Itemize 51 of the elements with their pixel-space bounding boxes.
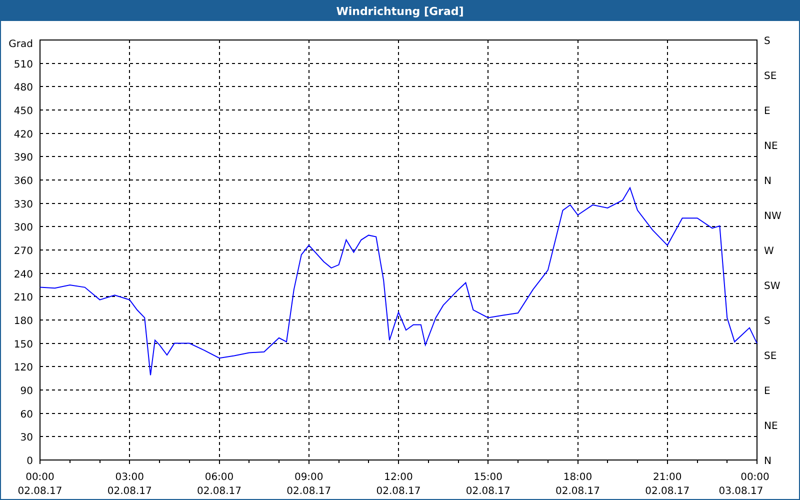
x-tick-date: 02.08.17 bbox=[196, 486, 242, 497]
y-tick-label: 270 bbox=[14, 246, 33, 257]
x-tick-label: 21:00 bbox=[652, 472, 682, 483]
direction-tick-label: SE bbox=[764, 351, 777, 362]
x-tick-label: 12:00 bbox=[384, 472, 413, 483]
y-tick-label: 180 bbox=[14, 316, 33, 327]
direction-tick-label: N bbox=[764, 456, 772, 467]
x-tick-date: 02.08.17 bbox=[555, 486, 600, 497]
y-tick-label: 210 bbox=[14, 292, 33, 304]
y-tick-label: 90 bbox=[20, 386, 33, 397]
y-axis-label: Grad bbox=[8, 39, 33, 50]
direction-tick-label: NE bbox=[764, 141, 778, 152]
direction-tick-label: E bbox=[764, 106, 770, 117]
x-tick-date: 02.08.17 bbox=[18, 486, 62, 497]
y-tick-label: 300 bbox=[14, 222, 33, 234]
x-tick-label: 09:00 bbox=[294, 472, 324, 483]
x-tick-label: 06:00 bbox=[204, 472, 234, 483]
y-tick-label: 0 bbox=[26, 456, 33, 467]
direction-tick-label: S bbox=[764, 36, 770, 47]
x-tick-label: 00:00 bbox=[740, 472, 770, 483]
direction-tick-label: NE bbox=[764, 421, 778, 432]
y-tick-label: 240 bbox=[14, 269, 33, 280]
y-tick-label: 30 bbox=[20, 432, 33, 444]
direction-tick-label: E bbox=[764, 386, 770, 397]
window-title: Windrichtung [Grad] bbox=[1, 1, 799, 21]
x-tick-date: 02.08.17 bbox=[466, 486, 510, 497]
y-tick-label: 390 bbox=[14, 152, 33, 164]
x-tick-label: 03:00 bbox=[115, 472, 144, 483]
y-tick-label: 150 bbox=[14, 339, 33, 350]
x-tick-date: 02.08.17 bbox=[645, 486, 690, 497]
x-tick-label: 18:00 bbox=[563, 472, 592, 483]
direction-tick-label: NW bbox=[764, 211, 782, 222]
x-tick-date: 03.08.17 bbox=[718, 486, 764, 497]
y-tick-label: 360 bbox=[14, 176, 33, 187]
direction-tick-label: S bbox=[764, 316, 770, 327]
direction-tick-label: SE bbox=[764, 71, 777, 82]
y-tick-label: 420 bbox=[14, 129, 33, 140]
direction-tick-label: W bbox=[764, 246, 774, 257]
y-tick-label: 450 bbox=[14, 106, 33, 117]
x-tick-date: 02.08.17 bbox=[107, 486, 152, 497]
x-tick-label: 15:00 bbox=[474, 472, 503, 483]
x-tick-date: 02.08.17 bbox=[286, 486, 332, 497]
direction-tick-label: SW bbox=[764, 281, 780, 292]
y-tick-label: 120 bbox=[14, 362, 33, 374]
x-tick-label: 00:00 bbox=[26, 472, 54, 483]
y-tick-label: 480 bbox=[14, 82, 33, 94]
y-tick-label: 510 bbox=[14, 59, 33, 70]
direction-tick-label: N bbox=[764, 176, 772, 187]
y-tick-label: 330 bbox=[14, 199, 33, 210]
x-tick-date: 02.08.17 bbox=[376, 486, 421, 497]
y-tick-label: 60 bbox=[20, 409, 33, 420]
